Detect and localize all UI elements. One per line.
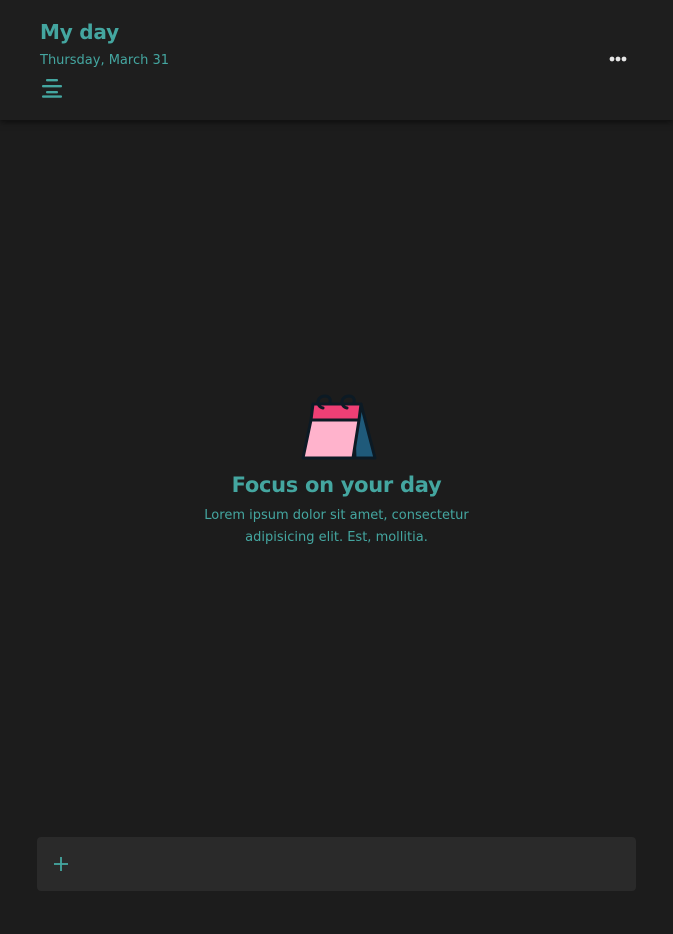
calendar-icon	[301, 394, 376, 460]
page-date: Thursday, March 31	[40, 53, 170, 68]
more-options-button[interactable]	[604, 48, 632, 70]
add-task-input[interactable]	[83, 837, 627, 893]
sort-icon[interactable]	[41, 78, 63, 98]
app-window: My day Thursday, March 31 Focus on your …	[0, 0, 673, 934]
empty-state-description: Lorem ipsum dolor sit amet, consectetur …	[204, 508, 469, 545]
add-task-bar[interactable]	[37, 837, 636, 893]
header: My day Thursday, March 31	[0, 0, 673, 120]
empty-state-title: Focus on your day	[231, 473, 442, 497]
page-title: My day	[40, 20, 119, 44]
empty-state: Focus on your day Lorem ipsum dolor sit …	[0, 392, 673, 549]
plus-icon[interactable]	[51, 854, 71, 874]
